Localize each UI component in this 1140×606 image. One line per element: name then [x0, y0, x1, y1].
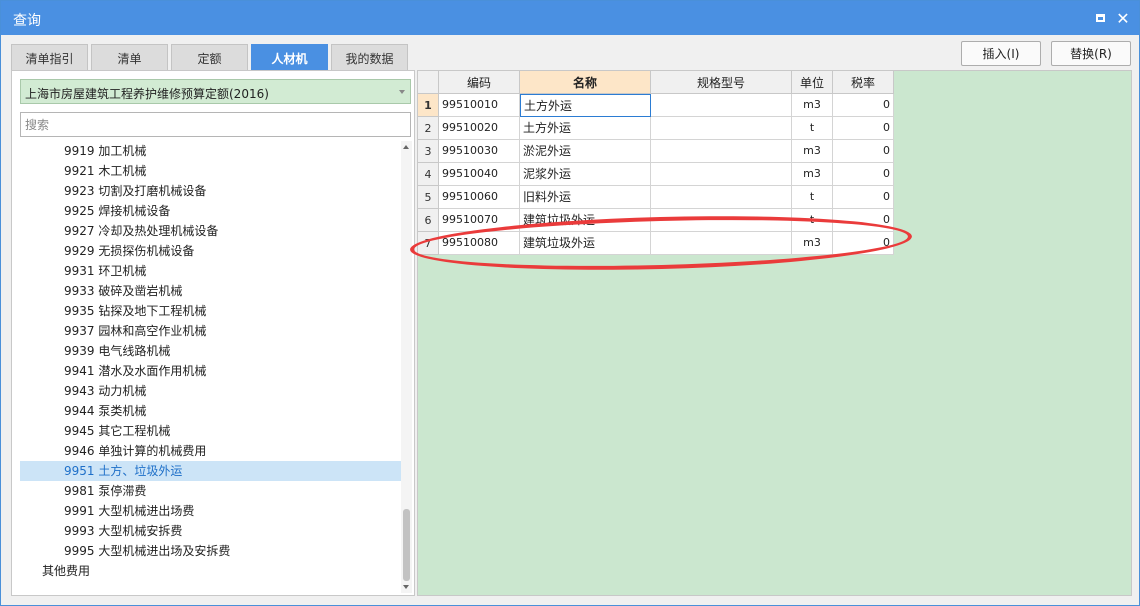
cell-spec[interactable] — [651, 232, 792, 255]
row-number[interactable]: 6 — [418, 209, 439, 232]
tree-item[interactable]: 9943 动力机械 — [20, 381, 401, 401]
tree-item[interactable]: 9941 潜水及水面作用机械 — [20, 361, 401, 381]
cell-name[interactable]: 建筑垃圾外运 — [520, 209, 651, 232]
cell-name[interactable]: 泥浆外运 — [520, 163, 651, 186]
cell-code[interactable]: 99510060 — [439, 186, 520, 209]
cell-rate[interactable]: 0 — [833, 163, 894, 186]
cell-unit[interactable]: m3 — [792, 163, 833, 186]
tab-bill-guide[interactable]: 清单指引 — [11, 44, 88, 71]
column-header-code[interactable]: 编码 — [439, 71, 520, 94]
cell-code[interactable]: 99510020 — [439, 117, 520, 140]
cell-code[interactable]: 99510070 — [439, 209, 520, 232]
tab-my-data[interactable]: 我的数据 — [331, 44, 408, 71]
tree-item[interactable]: 9939 电气线路机械 — [20, 341, 401, 361]
cell-name[interactable]: 旧料外运 — [520, 186, 651, 209]
cell-name[interactable]: 建筑垃圾外运 — [520, 232, 651, 255]
title-bar[interactable]: 查询 ✕ — [1, 1, 1139, 35]
row-number[interactable]: 3 — [418, 140, 439, 163]
cell-code[interactable]: 99510010 — [439, 94, 520, 117]
tree-item[interactable]: 9919 加工机械 — [20, 141, 401, 161]
maximize-button[interactable] — [1091, 9, 1109, 27]
tree-item[interactable]: 9925 焊接机械设备 — [20, 201, 401, 221]
grid-corner — [418, 71, 439, 94]
column-header-rate[interactable]: 税率 — [833, 71, 894, 94]
tree-item[interactable]: 9927 冷却及热处理机械设备 — [20, 221, 401, 241]
search-input[interactable] — [20, 112, 411, 137]
tree-item[interactable]: 9937 园林和高空作业机械 — [20, 321, 401, 341]
column-header-unit[interactable]: 单位 — [792, 71, 833, 94]
scroll-up-icon[interactable] — [403, 145, 409, 149]
scroll-down-icon[interactable] — [403, 585, 409, 589]
tree-item[interactable]: 9933 破碎及凿岩机械 — [20, 281, 401, 301]
cell-rate[interactable]: 0 — [833, 186, 894, 209]
insert-button[interactable]: 插入(I) — [961, 41, 1041, 66]
cell-unit[interactable]: m3 — [792, 140, 833, 163]
tree-item[interactable]: 9921 木工机械 — [20, 161, 401, 181]
cell-code[interactable]: 99510030 — [439, 140, 520, 163]
row-number[interactable]: 1 — [418, 94, 439, 117]
cell-spec[interactable] — [651, 117, 792, 140]
cell-code[interactable]: 99510080 — [439, 232, 520, 255]
category-tree: 9919 加工机械 9921 木工机械 9923 切割及打磨机械设备 9925 焊接机… — [20, 141, 401, 593]
tree-item[interactable]: 9931 环卫机械 — [20, 261, 401, 281]
tree-item[interactable]: 9951 土方、垃圾外运 — [20, 461, 401, 481]
window-title: 查询 — [13, 13, 41, 29]
cell-name[interactable]: 土方外运 — [520, 94, 651, 117]
cell-name[interactable]: 土方外运 — [520, 117, 651, 140]
tree-item[interactable]: 9993 大型机械安拆费 — [20, 521, 401, 541]
row-number[interactable]: 7 — [418, 232, 439, 255]
column-header-name[interactable]: 名称 — [520, 71, 651, 94]
tree-item[interactable]: 9929 无损探伤机械设备 — [20, 241, 401, 261]
cell-unit[interactable]: m3 — [792, 94, 833, 117]
cell-spec[interactable] — [651, 209, 792, 232]
tree-item[interactable]: 9981 泵停滞费 — [20, 481, 401, 501]
cell-code[interactable]: 99510040 — [439, 163, 520, 186]
tab-labor-material-machine[interactable]: 人材机 — [251, 44, 328, 71]
maximize-icon — [1095, 14, 1105, 22]
scroll-thumb[interactable] — [403, 509, 410, 581]
cell-rate[interactable]: 0 — [833, 140, 894, 163]
results-panel: 编码 名称 规格型号 单位 税率 1 99510010 土方外运 m3 0 2 995100… — [417, 70, 1132, 596]
tree-item[interactable]: 9945 其它工程机械 — [20, 421, 401, 441]
close-icon: ✕ — [1116, 8, 1130, 28]
tree-item[interactable]: 9935 钻探及地下工程机械 — [20, 301, 401, 321]
cell-spec[interactable] — [651, 163, 792, 186]
row-number[interactable]: 2 — [418, 117, 439, 140]
category-panel: 上海市房屋建筑工程养护维修预算定额(2016) 9919 加工机械9921 木工… — [11, 70, 415, 596]
cell-unit[interactable]: m3 — [792, 232, 833, 255]
row-number[interactable]: 5 — [418, 186, 439, 209]
cell-rate[interactable]: 0 — [833, 232, 894, 255]
tree-item[interactable]: 9995 大型机械进出场及安拆费 — [20, 541, 401, 561]
close-button[interactable]: ✕ — [1114, 8, 1132, 28]
replace-button[interactable]: 替换(R) — [1051, 41, 1131, 66]
cell-spec[interactable] — [651, 94, 792, 117]
column-header-spec[interactable]: 规格型号 — [651, 71, 792, 94]
tree-item[interactable]: 9946 单独计算的机械费用 — [20, 441, 401, 461]
cell-rate[interactable]: 0 — [833, 209, 894, 232]
cell-spec[interactable] — [651, 186, 792, 209]
query-window: 查询 ✕ 清单指引 清单 定额 人材机 我的数据 插入(I) 替换(R) 上海市… — [0, 0, 1140, 606]
library-select[interactable]: 上海市房屋建筑工程养护维修预算定额(2016) — [20, 79, 411, 104]
tree-item[interactable]: 9991 大型机械进出场费 — [20, 501, 401, 521]
tab-quota[interactable]: 定额 — [171, 44, 248, 71]
dropdown-arrow-icon[interactable] — [399, 90, 405, 94]
tree-scrollbar[interactable] — [401, 141, 412, 593]
cell-unit[interactable]: t — [792, 117, 833, 140]
cell-name[interactable]: 淤泥外运 — [520, 140, 651, 163]
library-selected-value: 上海市房屋建筑工程养护维修预算定额(2016) — [25, 87, 269, 101]
tree-item[interactable]: 9923 切割及打磨机械设备 — [20, 181, 401, 201]
tree-item[interactable]: 其他费用 — [20, 561, 401, 581]
cell-unit[interactable]: t — [792, 186, 833, 209]
cell-rate[interactable]: 0 — [833, 117, 894, 140]
tree-item[interactable]: 9944 泵类机械 — [20, 401, 401, 421]
tab-bill[interactable]: 清单 — [91, 44, 168, 71]
cell-spec[interactable] — [651, 140, 792, 163]
cell-rate[interactable]: 0 — [833, 94, 894, 117]
cell-unit[interactable]: t — [792, 209, 833, 232]
row-number[interactable]: 4 — [418, 163, 439, 186]
